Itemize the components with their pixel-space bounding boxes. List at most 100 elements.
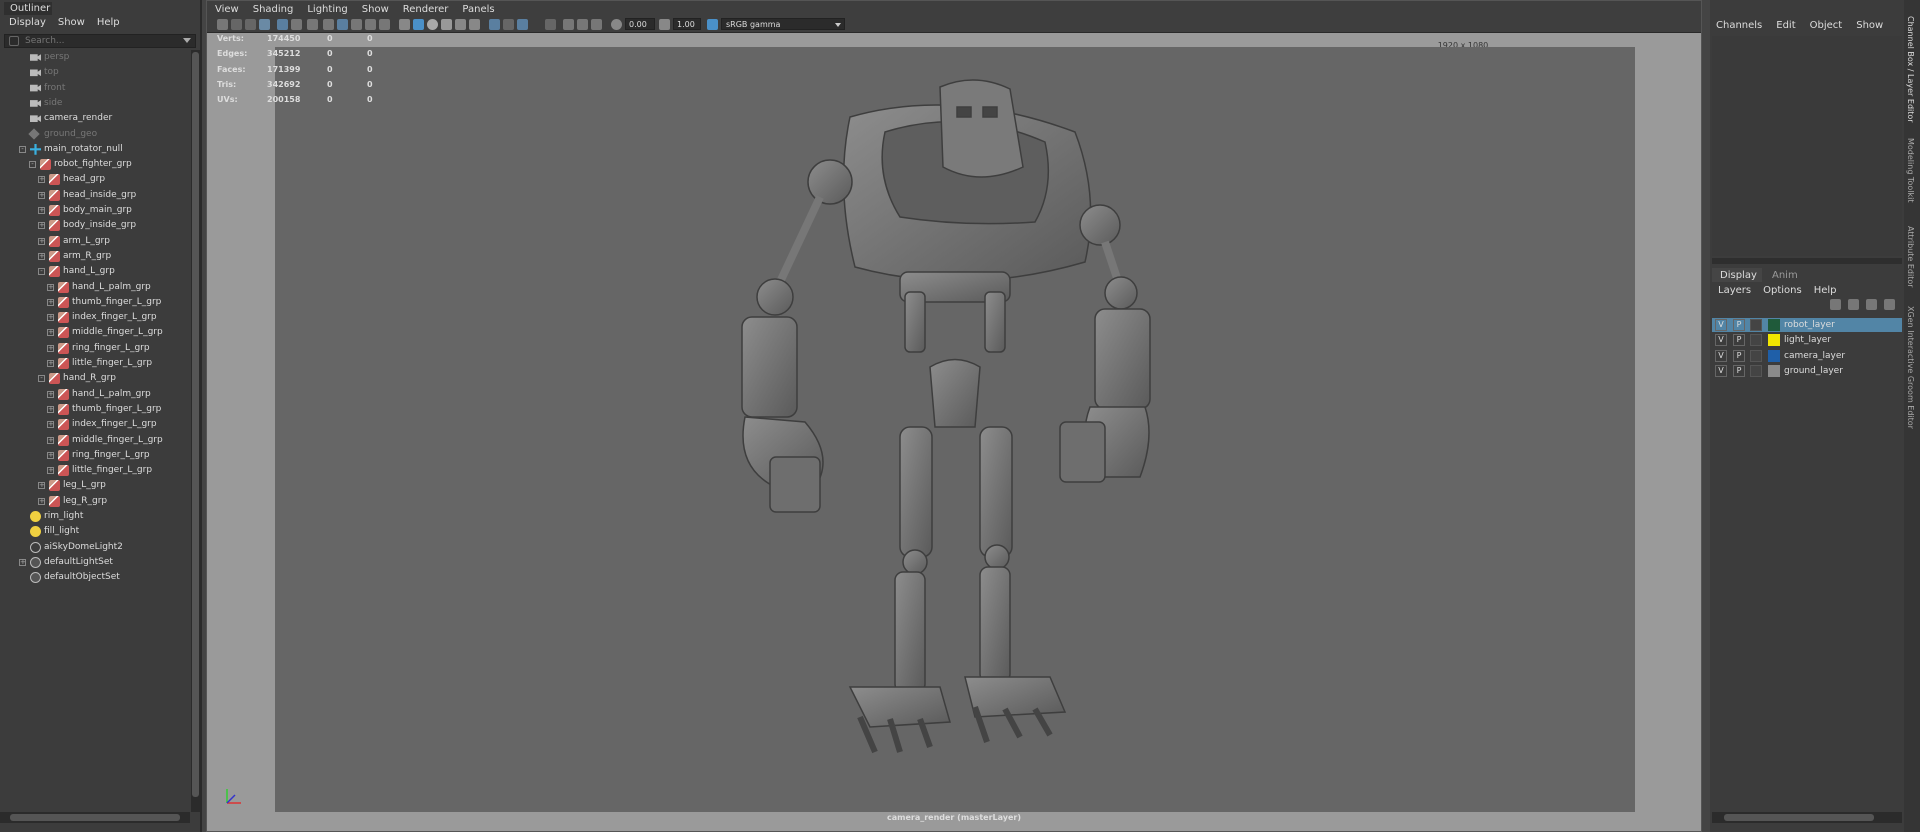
menu-object[interactable]: Object [1810, 20, 1843, 31]
search-filter-icon[interactable] [9, 36, 19, 46]
new-layer-from-selection-icon[interactable] [1884, 299, 1895, 310]
expand-icon[interactable]: + [38, 252, 45, 260]
2d-pan-zoom-icon[interactable] [277, 19, 288, 30]
playback-toggle[interactable]: P [1733, 319, 1745, 331]
outliner-item[interactable]: + middle_finger_L_grp [0, 433, 190, 448]
tab-channel-box[interactable]: Channel Box / Layer Editor [1906, 16, 1915, 123]
menu-lighting[interactable]: Lighting [307, 4, 347, 15]
visibility-toggle[interactable]: V [1715, 319, 1727, 331]
xray-joints-icon[interactable] [517, 19, 528, 30]
visibility-toggle[interactable]: V [1715, 334, 1727, 347]
menu-help[interactable]: Help [1814, 285, 1837, 296]
menu-show[interactable]: Show [362, 4, 389, 15]
hscrollbar-thumb[interactable] [1724, 814, 1874, 821]
depth-of-field-icon[interactable] [591, 19, 602, 30]
menu-options[interactable]: Options [1763, 285, 1802, 296]
outliner-item[interactable]: camera_render [0, 111, 190, 126]
grid-icon[interactable] [307, 19, 318, 30]
bookmark-icon[interactable] [245, 19, 256, 30]
collapse-icon[interactable]: - [19, 145, 26, 153]
outliner-item[interactable]: - main_rotator_null [0, 142, 190, 157]
expand-icon[interactable]: + [38, 497, 45, 505]
outliner-item[interactable]: + index_finger_L_grp [0, 310, 190, 325]
outliner-scrollbar[interactable] [191, 50, 200, 812]
expand-icon[interactable]: + [38, 222, 45, 230]
outliner-item[interactable]: fill_light [0, 524, 190, 539]
layer-color-swatch[interactable] [1768, 319, 1780, 331]
tab-xgen-groom-editor[interactable]: XGen Interactive Groom Editor [1906, 306, 1915, 429]
playback-toggle[interactable]: P [1733, 334, 1745, 347]
outliner-item[interactable]: + head_inside_grp [0, 188, 190, 203]
outliner-item[interactable]: + hand_L_palm_grp [0, 387, 190, 402]
outliner-item[interactable]: + thumb_finger_L_grp [0, 295, 190, 310]
menu-show[interactable]: Show [58, 17, 85, 28]
expand-icon[interactable]: + [38, 176, 45, 184]
search-input[interactable] [25, 35, 175, 47]
chevron-down-icon[interactable] [183, 38, 191, 43]
outliner-item[interactable]: + ring_finger_L_grp [0, 448, 190, 463]
tab-modeling-toolkit[interactable]: Modeling Toolkit [1906, 138, 1915, 202]
layer-row[interactable]: V Plight_layer [1712, 333, 1902, 347]
outliner-item[interactable]: + hand_L_palm_grp [0, 280, 190, 295]
scrollbar-thumb[interactable] [192, 52, 199, 797]
outliner-item[interactable]: + thumb_finger_L_grp [0, 402, 190, 417]
expand-icon[interactable]: + [47, 436, 54, 444]
expand-icon[interactable]: + [38, 191, 45, 199]
outliner-item[interactable]: + index_finger_L_grp [0, 417, 190, 432]
exposure-field[interactable] [625, 18, 655, 30]
isolate-select-icon[interactable] [489, 19, 500, 30]
display-type-toggle[interactable] [1750, 349, 1762, 362]
color-management-icon[interactable] [707, 19, 718, 30]
gamma-icon[interactable] [659, 19, 670, 30]
camera-attributes-icon[interactable] [231, 19, 242, 30]
outliner-item[interactable]: top [0, 65, 190, 80]
expand-icon[interactable]: + [38, 237, 45, 245]
expand-icon[interactable]: + [38, 482, 45, 490]
expand-icon[interactable]: + [47, 298, 54, 306]
expand-icon[interactable]: + [47, 360, 54, 367]
outliner-tab[interactable]: Outliner [4, 2, 52, 15]
collapse-icon[interactable]: - [29, 161, 36, 169]
outliner-hscrollbar[interactable] [0, 812, 190, 823]
gate-mask-icon[interactable] [351, 19, 362, 30]
outliner-item[interactable]: + arm_R_grp [0, 249, 190, 264]
expand-icon[interactable]: + [47, 451, 54, 459]
visibility-toggle[interactable]: V [1715, 349, 1727, 362]
outliner-item[interactable]: - robot_fighter_grp [0, 157, 190, 172]
visibility-toggle[interactable]: V [1715, 364, 1727, 377]
gamma-field[interactable] [673, 18, 701, 30]
display-type-toggle[interactable] [1750, 319, 1762, 331]
layer-color-swatch[interactable] [1768, 364, 1780, 377]
menu-help[interactable]: Help [97, 17, 120, 28]
outliner-item[interactable]: - hand_R_grp [0, 371, 190, 386]
hscrollbar-thumb[interactable] [10, 814, 180, 821]
expand-icon[interactable]: + [19, 558, 26, 566]
layer-row[interactable]: V Pground_layer [1712, 364, 1902, 378]
layer-hscrollbar[interactable] [1712, 812, 1902, 823]
expand-icon[interactable]: + [47, 390, 54, 398]
menu-panels[interactable]: Panels [462, 4, 494, 15]
menu-layers[interactable]: Layers [1718, 285, 1751, 296]
menu-renderer[interactable]: Renderer [403, 4, 449, 15]
xray-icon[interactable] [503, 19, 514, 30]
default-material-icon[interactable] [427, 19, 438, 30]
menu-view[interactable]: View [215, 4, 239, 15]
outliner-item[interactable]: + little_finger_L_grp [0, 356, 190, 371]
outliner-item[interactable]: + arm_L_grp [0, 234, 190, 249]
expand-icon[interactable]: + [47, 344, 54, 352]
collapse-icon[interactable]: - [38, 375, 45, 383]
outliner-item[interactable]: aiSkyDomeLight2 [0, 540, 190, 555]
outliner-item[interactable]: + leg_R_grp [0, 494, 190, 509]
menu-display[interactable]: Display [9, 17, 46, 28]
collapse-icon[interactable]: - [38, 268, 45, 276]
playback-toggle[interactable]: P [1733, 349, 1745, 362]
menu-shading[interactable]: Shading [253, 4, 294, 15]
outliner-item[interactable]: + middle_finger_L_grp [0, 325, 190, 340]
display-type-toggle[interactable] [1750, 364, 1762, 377]
tab-display[interactable]: Display [1712, 268, 1762, 282]
outliner-item[interactable]: - hand_L_grp [0, 264, 190, 279]
outliner-item[interactable]: persp [0, 50, 190, 65]
textured-icon[interactable] [441, 19, 452, 30]
image-plane-icon[interactable] [259, 19, 270, 30]
playback-toggle[interactable]: P [1733, 364, 1745, 377]
